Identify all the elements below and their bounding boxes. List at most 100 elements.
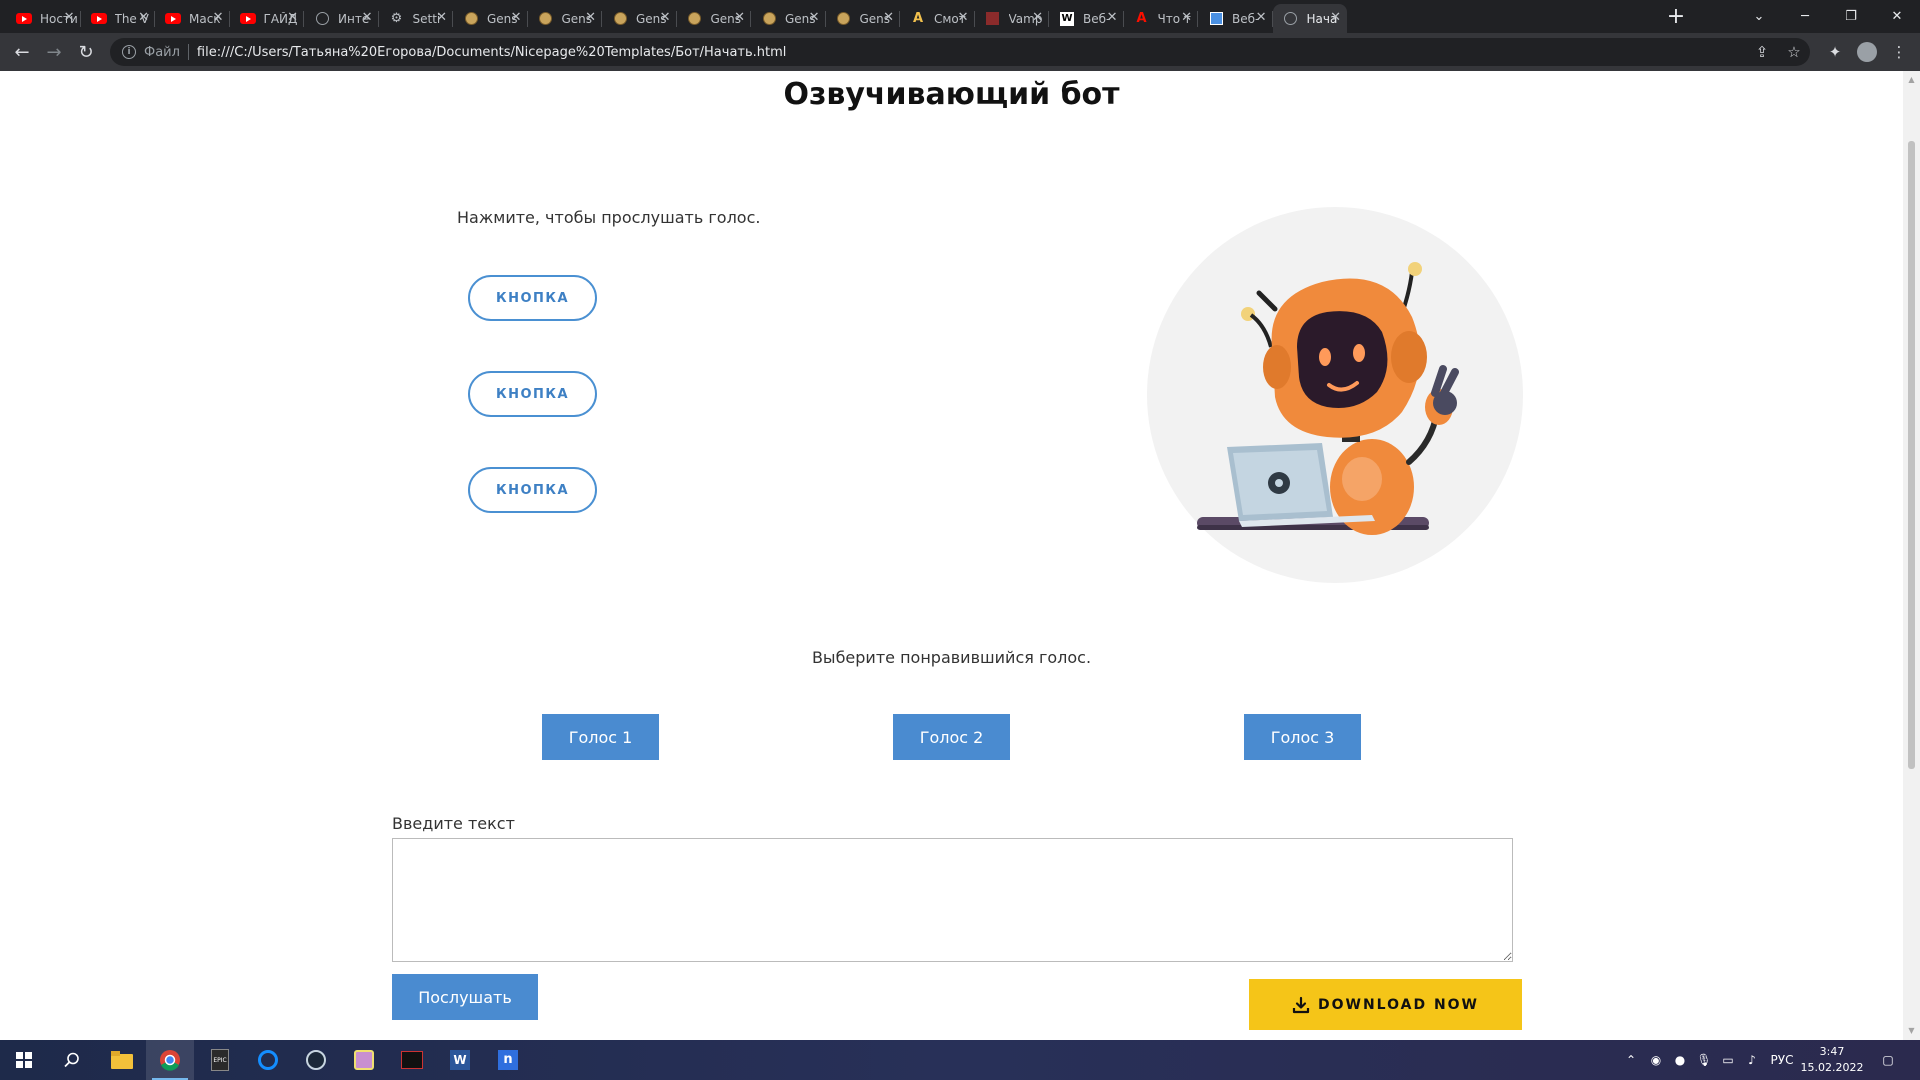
- browser-tab[interactable]: Маск ✕: [155, 4, 230, 33]
- browser-tab[interactable]: Gens ✕: [751, 4, 826, 33]
- page-title: Озвучивающий бот: [783, 77, 1120, 112]
- info-icon[interactable]: i: [122, 45, 136, 59]
- reload-icon[interactable]: ↻: [70, 33, 102, 71]
- game-launcher-icon[interactable]: [340, 1040, 388, 1080]
- tab-close-icon[interactable]: ✕: [1032, 11, 1043, 25]
- browser-tab[interactable]: ⚙ Setti ✕: [379, 4, 453, 33]
- voice-1-button[interactable]: Голос 1: [542, 714, 659, 760]
- windows-start-icon[interactable]: [0, 1040, 48, 1080]
- browser-tab[interactable]: Gens ✕: [826, 4, 900, 33]
- scrollbar-thumb[interactable]: [1908, 141, 1915, 769]
- genshin-icon: [836, 11, 852, 27]
- minimize-button[interactable]: ─: [1782, 0, 1828, 33]
- tab-close-icon[interactable]: ✕: [213, 11, 224, 25]
- browser-tab[interactable]: Инте ✕: [304, 4, 379, 33]
- tab-close-icon[interactable]: ✕: [64, 11, 75, 25]
- genshin-icon: [612, 11, 628, 27]
- epic-games-icon[interactable]: EPIC: [196, 1040, 244, 1080]
- forward-icon[interactable]: →: [38, 33, 70, 71]
- sample-voice-button-1[interactable]: КНОПКА: [468, 275, 597, 321]
- url-text[interactable]: file:///C:/Users/Татьяна%20Егорова/Docum…: [197, 45, 786, 60]
- youtube-icon: [239, 11, 256, 27]
- close-window-button[interactable]: ✕: [1874, 0, 1920, 33]
- tab-close-icon[interactable]: ✕: [138, 11, 149, 25]
- download-now-button[interactable]: DOWNLOAD NOW: [1249, 979, 1522, 1030]
- genshin-icon: [687, 11, 703, 27]
- tab-close-icon[interactable]: ✕: [436, 11, 447, 25]
- word-icon[interactable]: W: [436, 1040, 484, 1080]
- clock-date: 15.02.2022: [1800, 1061, 1864, 1074]
- tab-close-icon[interactable]: ✕: [585, 11, 596, 25]
- tab-close-icon[interactable]: ✕: [809, 11, 820, 25]
- listen-button[interactable]: Послушать: [392, 974, 538, 1020]
- windows-taskbar: EPIC W n ⌃ ◉ ● 🎙 ▭ ♪ РУС 3:47 15.02.2022…: [0, 1040, 1920, 1080]
- restore-button[interactable]: ❐: [1828, 0, 1874, 33]
- browser-tab[interactable]: Gens ✕: [453, 4, 528, 33]
- input-language[interactable]: РУС: [1766, 1040, 1798, 1080]
- browser-tab[interactable]: W Веб- ✕: [1049, 4, 1124, 33]
- share-icon[interactable]: ⇪: [1747, 33, 1777, 71]
- browser-tab[interactable]: Vamp ✕: [975, 4, 1049, 33]
- robot-icon: [1197, 262, 1459, 535]
- tab-close-icon[interactable]: ✕: [660, 11, 671, 25]
- microphone-icon[interactable]: 🎙: [1692, 1040, 1716, 1080]
- profile-avatar[interactable]: [1852, 33, 1882, 71]
- address-bar[interactable]: i Файл file:///C:/Users/Татьяна%20Егоров…: [110, 38, 1810, 66]
- vampire-icon: [985, 11, 1001, 27]
- chrome-icon[interactable]: [146, 1040, 194, 1080]
- tab-close-icon[interactable]: ✕: [1256, 11, 1267, 25]
- scroll-down-icon[interactable]: ▼: [1907, 1026, 1916, 1036]
- network-icon[interactable]: ▭: [1716, 1040, 1740, 1080]
- tab-close-icon[interactable]: ✕: [362, 11, 373, 25]
- nicepage-icon[interactable]: n: [484, 1040, 532, 1080]
- search-icon[interactable]: [48, 1040, 96, 1080]
- page-viewport: Озвучивающий бот Нажмите, чтобы прослуша…: [0, 71, 1920, 1040]
- system-clock[interactable]: 3:47 15.02.2022: [1800, 1044, 1864, 1076]
- tab-close-icon[interactable]: ✕: [734, 11, 745, 25]
- steam-icon[interactable]: [292, 1040, 340, 1080]
- battlenet-icon[interactable]: [244, 1040, 292, 1080]
- browser-tab[interactable]: Веб- ✕: [1198, 4, 1273, 33]
- back-icon[interactable]: ←: [6, 33, 38, 71]
- tab-close-icon[interactable]: ✕: [1181, 11, 1192, 25]
- browser-tab[interactable]: Нача ✕: [1272, 4, 1347, 33]
- steam-tray-icon[interactable]: ●: [1668, 1040, 1692, 1080]
- browser-tab[interactable]: Gens ✕: [602, 4, 677, 33]
- page-scrollbar[interactable]: ▲ ▼: [1903, 71, 1920, 1040]
- text-input-area[interactable]: [392, 838, 1513, 962]
- tab-close-icon[interactable]: ✕: [883, 11, 894, 25]
- browser-tab[interactable]: Ности ✕: [6, 4, 81, 33]
- tab-close-icon[interactable]: ✕: [1330, 11, 1341, 25]
- browser-tab[interactable]: Gens ✕: [677, 4, 751, 33]
- browser-tab[interactable]: A Смот ✕: [900, 4, 975, 33]
- tab-close-icon[interactable]: ✕: [958, 11, 969, 25]
- bookmark-star-icon[interactable]: ☆: [1779, 33, 1809, 71]
- file-explorer-icon[interactable]: [98, 1040, 146, 1080]
- discord-tray-icon[interactable]: ◉: [1644, 1040, 1668, 1080]
- scroll-up-icon[interactable]: ▲: [1907, 75, 1916, 85]
- wix-icon: W: [1060, 11, 1074, 26]
- browser-tab[interactable]: A Что т ✕: [1124, 4, 1198, 33]
- tab-close-icon[interactable]: ✕: [511, 11, 522, 25]
- voice-3-button[interactable]: Голос 3: [1244, 714, 1361, 760]
- browser-tab[interactable]: Gens ✕: [528, 4, 602, 33]
- genshin-icon: [463, 11, 479, 27]
- notifications-icon[interactable]: ▢: [1868, 1040, 1908, 1080]
- extensions-icon[interactable]: ✦: [1820, 33, 1850, 71]
- menu-icon[interactable]: ⋮: [1884, 33, 1914, 71]
- browser-tab[interactable]: The V ✕: [81, 4, 155, 33]
- show-hidden-icons-icon[interactable]: ⌃: [1620, 1040, 1642, 1080]
- tab-search-button[interactable]: ⌄: [1736, 0, 1782, 33]
- voice-2-button[interactable]: Голос 2: [893, 714, 1010, 760]
- robot-illustration: [1147, 207, 1523, 583]
- address-divider: [187, 44, 189, 60]
- sample-voice-button-3[interactable]: КНОПКА: [468, 467, 597, 513]
- tab-close-icon[interactable]: ✕: [287, 11, 298, 25]
- sample-voice-button-2[interactable]: КНОПКА: [468, 371, 597, 417]
- tab-close-icon[interactable]: ✕: [1107, 11, 1118, 25]
- new-tab-button[interactable]: +: [1662, 4, 1690, 30]
- amd-software-icon[interactable]: [388, 1040, 436, 1080]
- youtube-icon: [165, 11, 181, 27]
- browser-tab[interactable]: ГАЙД ✕: [230, 4, 304, 33]
- volume-icon[interactable]: ♪: [1740, 1040, 1764, 1080]
